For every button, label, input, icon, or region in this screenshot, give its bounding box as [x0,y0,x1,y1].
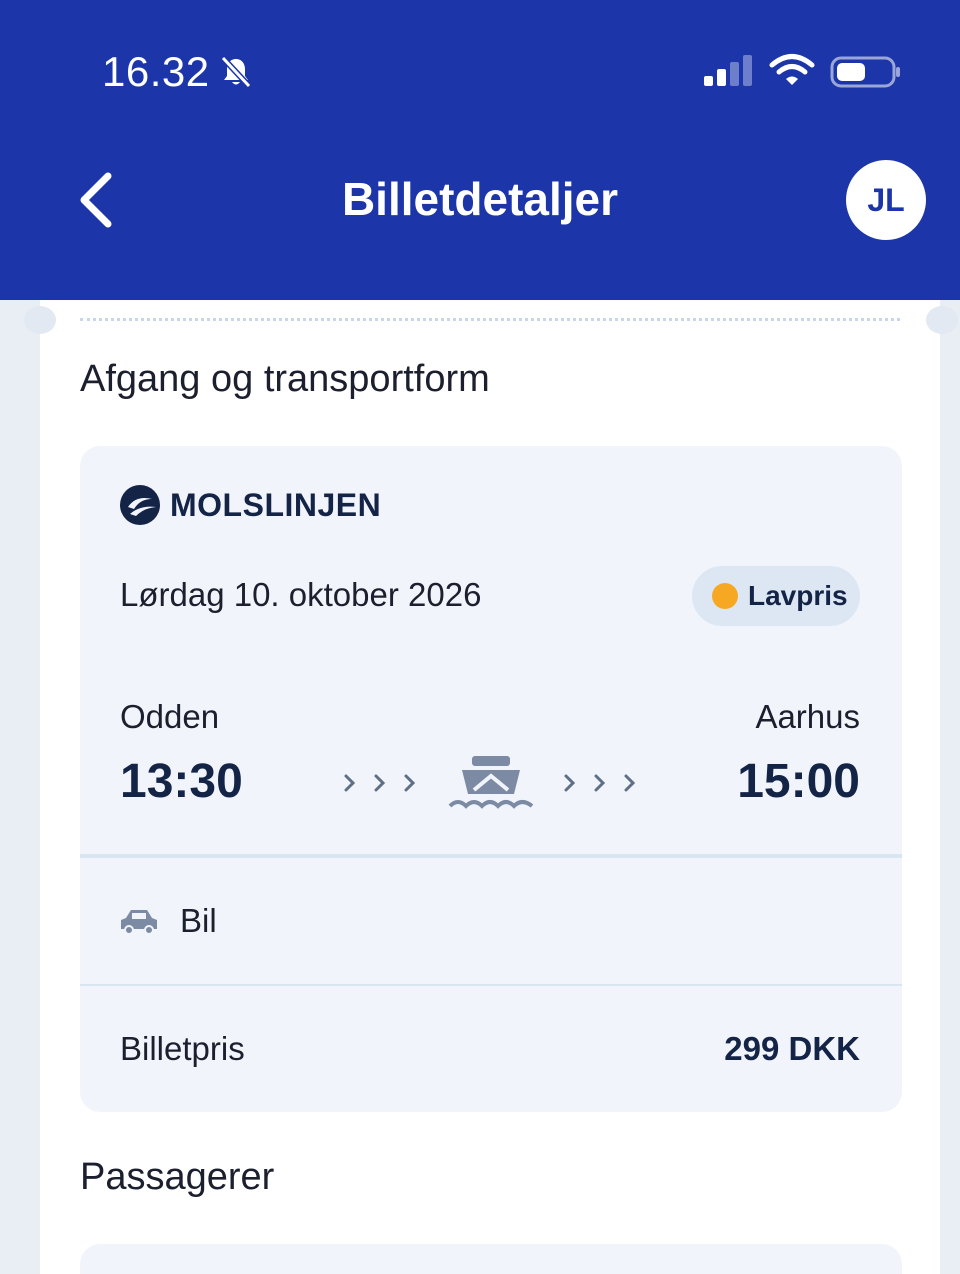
ticket-notch-left [24,306,56,334]
departure-time: 13:30 [120,755,243,808]
car-icon [121,910,157,935]
operator-name: MOLSLINJEN [170,486,382,523]
card-divider [80,984,902,986]
operator-logo: MOLSLINJEN [118,482,381,528]
card-divider [80,854,902,858]
bell-muted-icon [220,55,252,89]
ferry-icon [448,756,534,809]
origin-name: Odden [120,698,220,735]
price-value: 299 DKK [724,1030,860,1067]
section-title-passengers: Passagerer [80,1156,275,1198]
price-label: Billetpris [120,1030,245,1067]
wifi-icon [769,54,815,85]
departure-date: Lørdag 10. oktober 2026 [120,576,482,613]
molslinjen-logo-icon [120,485,160,525]
fare-badge: Lavpris [692,566,860,626]
fare-dot-icon [712,583,738,609]
route-chevrons-icon [344,774,416,792]
app-header: 16.32 Billetdetaljer JL [0,0,960,300]
route-chevrons-icon [564,774,636,792]
ticket-perforation [80,318,900,321]
vehicle-label: Bil [180,902,217,939]
status-time: 16.32 [102,48,210,95]
arrival-time: 15:00 [737,755,860,808]
page-title: Billetdetaljer [341,173,619,225]
destination-name: Aarhus [755,698,860,735]
avatar[interactable]: JL [846,160,926,240]
departure-card: MOLSLINJEN Lørdag 10. oktober 2026 Lavpr… [80,446,902,1112]
passengers-card [80,1244,902,1274]
signal-icon [704,55,752,86]
battery-icon [830,56,900,88]
ticket-notch-right [926,306,958,334]
section-title-departure: Afgang og transportform [80,358,490,400]
fare-badge-label: Lavpris [748,580,848,611]
